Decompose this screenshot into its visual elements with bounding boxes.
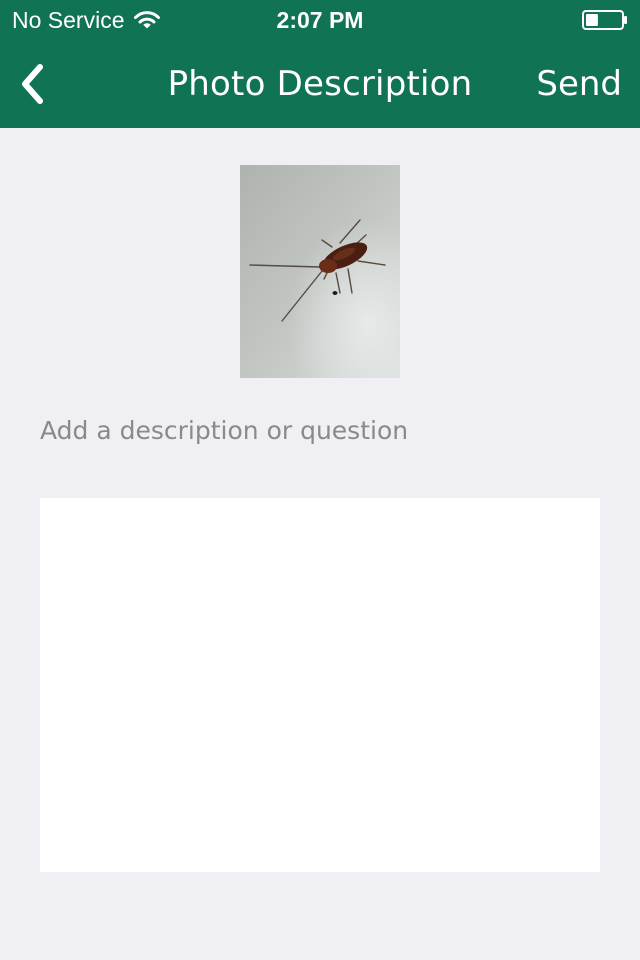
battery-icon	[582, 10, 627, 30]
app-header: No Service 2:07 PM Photo Description Sen…	[0, 0, 640, 128]
photo-image	[240, 165, 400, 378]
status-time: 2:07 PM	[276, 7, 364, 33]
photo-thumbnail[interactable]	[240, 165, 400, 378]
send-button[interactable]: Send	[536, 62, 622, 106]
description-textarea[interactable]	[40, 498, 600, 872]
status-bar: No Service 2:07 PM	[0, 0, 640, 40]
description-prompt-label: Add a description or question	[40, 416, 409, 445]
navigation-bar: Photo Description Send	[0, 40, 640, 128]
